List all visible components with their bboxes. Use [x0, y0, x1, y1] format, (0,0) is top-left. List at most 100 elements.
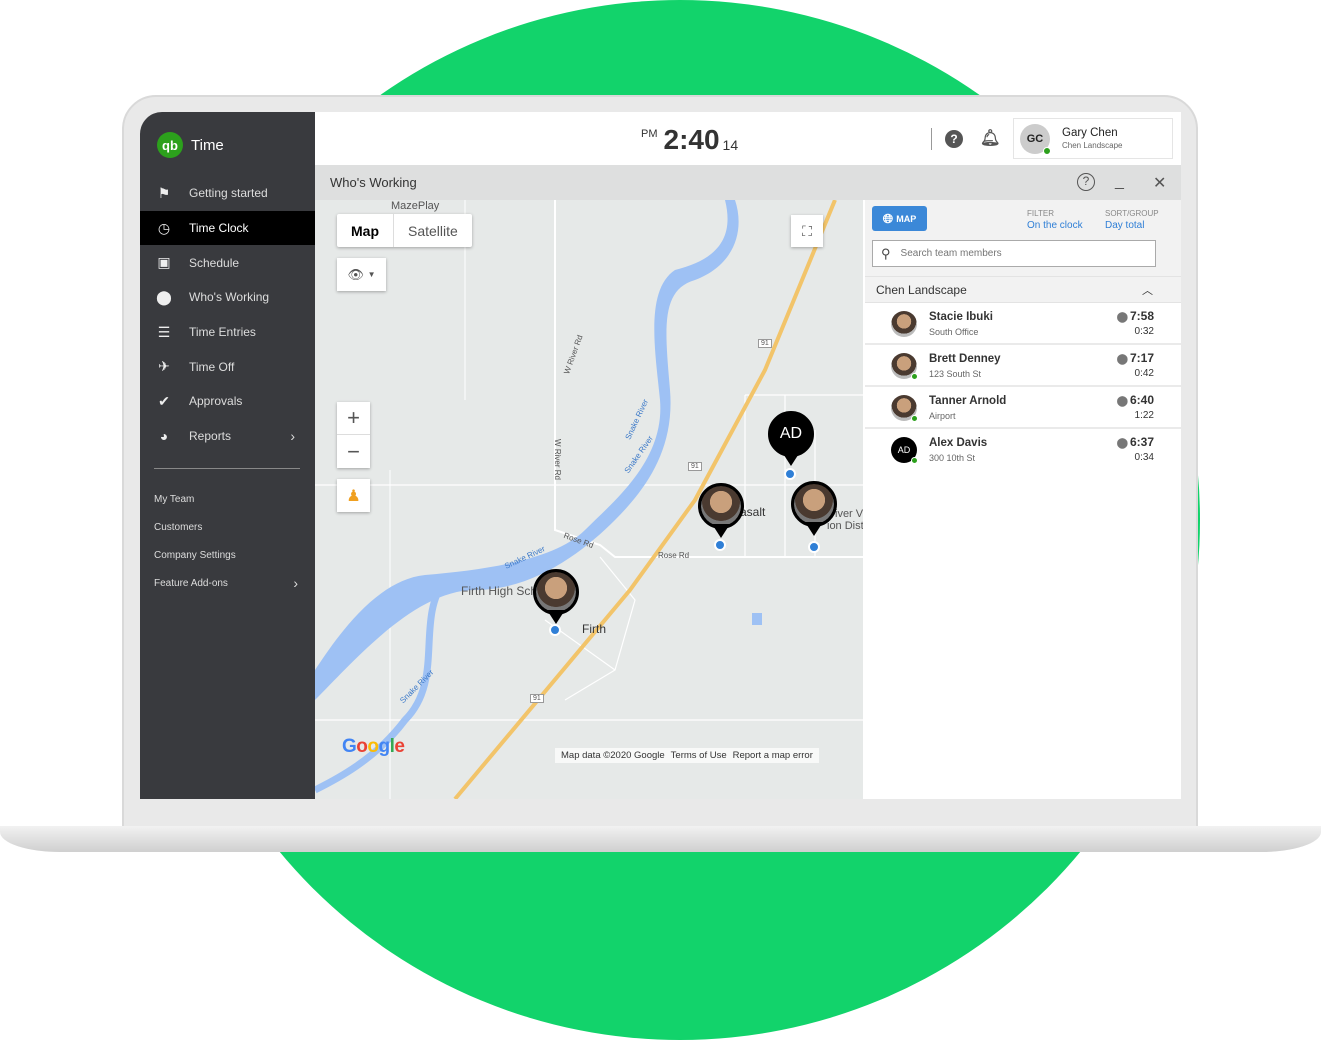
sidebar-item-label: My Team: [154, 494, 195, 506]
fullscreen-icon: ⛶: [802, 222, 812, 239]
caret-down-icon: ▼: [367, 270, 376, 279]
map-label: ion Dist: [827, 520, 863, 532]
team-member-row[interactable]: Stacie Ibuki South Office ⬤ 7:58 0:32: [865, 303, 1181, 345]
day-total: 0:32: [1134, 326, 1154, 337]
avatar: AD: [891, 437, 918, 464]
clock-icon: ◷: [157, 219, 171, 236]
map-type-satellite[interactable]: Satellite: [393, 214, 472, 247]
zoom-in-button[interactable]: +: [337, 402, 370, 435]
terms-of-use-link[interactable]: Terms of Use: [671, 750, 727, 761]
group-name: Chen Landscape: [876, 283, 967, 297]
bell-icon[interactable]: 🔔︎: [980, 130, 1000, 148]
close-button[interactable]: ✕: [1153, 173, 1166, 193]
user-company: Chen Landscape: [1062, 141, 1123, 150]
sort-label: SORT/GROUP: [1105, 209, 1159, 218]
location-dot: [714, 539, 726, 551]
sidebar-item-approvals[interactable]: ✔ Approvals: [140, 384, 315, 419]
clock-in-value: 7:58: [1129, 309, 1154, 323]
sidebar-item-label: Approvals: [189, 394, 243, 409]
calendar-icon: ▣: [157, 254, 171, 271]
road: [389, 200, 466, 799]
report-map-error-link[interactable]: Report a map error: [733, 750, 813, 761]
clock-in-time: ⬤ 7:58: [1117, 309, 1154, 323]
sidebar-item-schedule[interactable]: ▣ Schedule: [140, 245, 315, 280]
location-pin-icon: ⬤: [1116, 354, 1128, 365]
clock-time: 2:40: [663, 124, 720, 155]
map-pin-alex-davis[interactable]: AD: [768, 411, 814, 457]
map-pin-tanner-arnold[interactable]: [698, 483, 744, 529]
sidebar-item-customers[interactable]: Customers: [154, 514, 304, 542]
sidebar-item-label: Feature Add-ons: [154, 577, 228, 589]
pin-initials: AD: [779, 425, 803, 442]
sidebar-item-time-clock[interactable]: ◷ Time Clock: [140, 210, 315, 246]
chevron-right-icon: ›: [290, 428, 295, 445]
search-input[interactable]: [900, 248, 1141, 259]
sidebar-item-whos-working[interactable]: ⬤ Who's Working: [140, 280, 315, 315]
top-header: PM 2:40 14 ? 🔔︎ GC Gary Chen Chen Landsca…: [315, 112, 1181, 165]
avatar: GC: [1020, 123, 1051, 155]
help-icon[interactable]: ?: [1077, 173, 1095, 191]
pin-tip: [712, 524, 730, 538]
location-pin-icon: ⬤: [1116, 312, 1128, 323]
sidebar-item-label: Getting started: [189, 186, 268, 201]
chevron-up-icon[interactable]: ︿: [1142, 282, 1153, 298]
sidebar-item-my-team[interactable]: My Team: [154, 486, 304, 514]
sidebar-item-reports[interactable]: ◕ Reports ›: [140, 419, 315, 454]
sidebar-item-feature-add-ons[interactable]: Feature Add-ons ›: [154, 569, 304, 597]
sidebar-item-label: Schedule: [189, 255, 240, 270]
fullscreen-button[interactable]: ⛶: [791, 215, 823, 247]
team-member-row[interactable]: Tanner Arnold Airport ⬤ 6:40 1:22: [865, 387, 1181, 429]
search-field: ⚲: [872, 240, 1156, 267]
filter-value: On the clock: [1027, 220, 1083, 231]
clock-in-value: 6:37: [1129, 435, 1154, 449]
chevron-right-icon: ›: [293, 575, 298, 592]
highway-shield: 91: [530, 694, 544, 703]
globe-pin-icon: 🌐︎: [882, 210, 894, 226]
sidebar-item-time-entries[interactable]: ☰ Time Entries: [140, 315, 315, 350]
sidebar-item-time-off[interactable]: ✈ Time Off: [140, 349, 315, 384]
user-menu[interactable]: GC Gary Chen Chen Landscape: [1013, 118, 1173, 159]
member-location: South Office: [929, 327, 979, 337]
clock-seconds: 14: [722, 137, 739, 153]
minimize-button[interactable]: _: [1115, 173, 1124, 191]
map-attribution: Map data ©2020 Google Terms of Use Repor…: [555, 748, 819, 763]
sidebar-item-label: Company Settings: [154, 549, 236, 561]
map-pin-brett-denney[interactable]: [533, 569, 579, 615]
help-icon[interactable]: ?: [945, 130, 963, 148]
map-data-text: Map data ©2020 Google: [561, 750, 665, 761]
team-member-row[interactable]: AD Alex Davis 300 10th St ⬤ 6:37 0:34: [865, 429, 1181, 471]
clock-in-time: ⬤ 7:17: [1117, 351, 1154, 365]
sidebar-item-company-settings[interactable]: Company Settings: [154, 542, 304, 570]
visibility-dropdown[interactable]: 👁︎ ▼: [337, 258, 386, 291]
day-total: 1:22: [1134, 410, 1154, 421]
filter-dropdown[interactable]: FILTER On the clock: [1027, 209, 1083, 231]
group-header[interactable]: Chen Landscape ︿: [865, 276, 1181, 303]
map-label: Firth High Sch: [461, 584, 538, 598]
member-name: Alex Davis: [929, 437, 988, 449]
map-button[interactable]: 🌐︎ MAP: [872, 206, 927, 231]
sidebar-item-getting-started[interactable]: ⚑ Getting started: [140, 176, 315, 211]
zoom-out-button[interactable]: −: [337, 435, 370, 468]
sidebar-item-label: Time Clock: [189, 221, 249, 236]
clock-ampm: PM: [641, 128, 658, 140]
map-pin-stacie-ibuki[interactable]: [791, 481, 837, 527]
app-logo[interactable]: qb Time: [157, 132, 224, 158]
street-view-pegman-icon[interactable]: ♟: [337, 479, 370, 512]
map-button-label: MAP: [896, 213, 917, 224]
airplane-icon: ✈: [158, 358, 170, 375]
roads: [315, 200, 863, 799]
member-location: 300 10th St: [929, 453, 976, 463]
map-type-map[interactable]: Map: [337, 214, 393, 247]
panel-title: Who's Working: [330, 175, 417, 190]
map-label: W River Rd: [552, 439, 562, 480]
team-member-row[interactable]: Brett Denney 123 South St ⬤ 7:17 0:42: [865, 345, 1181, 387]
sidebar-nav: ⚑ Getting started ◷ Time Clock ▣ Schedule ⬤…: [140, 176, 315, 454]
map-label: Firth: [582, 622, 606, 636]
location-dot: [808, 541, 820, 553]
map[interactable]: MazePlay W River Rd W River Rd Snake Riv…: [315, 200, 863, 799]
sort-group-dropdown[interactable]: SORT/GROUP Day total: [1105, 209, 1159, 231]
google-logo: Google: [342, 736, 405, 757]
pond: [752, 613, 762, 625]
team-member-list: Stacie Ibuki South Office ⬤ 7:58 0:32 Bre…: [865, 303, 1181, 471]
avatar: [891, 311, 917, 337]
